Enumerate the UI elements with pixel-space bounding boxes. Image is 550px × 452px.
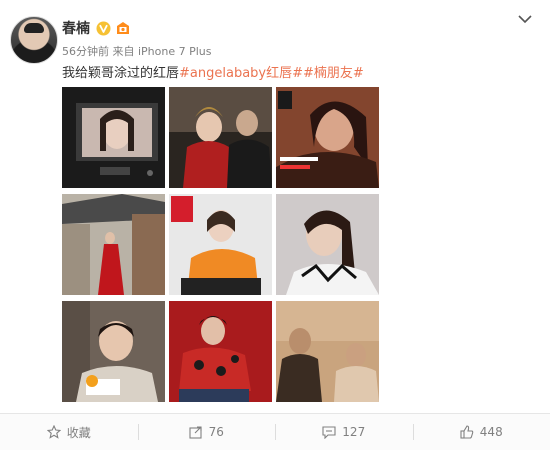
photo-thumbnail-9[interactable] <box>276 301 379 402</box>
photo-thumbnail-4[interactable] <box>62 194 165 295</box>
topic-link-angelababy[interactable]: #angelababy红唇# <box>179 66 303 81</box>
favorite-label: 收藏 <box>66 425 91 440</box>
thumbs-up-icon <box>460 425 474 439</box>
like-button[interactable]: 448 <box>412 414 550 450</box>
photo-thumbnail-5[interactable] <box>169 194 272 295</box>
photo-thumbnail-2[interactable] <box>169 87 272 188</box>
like-count: 448 <box>479 425 503 439</box>
comment-button[interactable]: 127 <box>275 414 413 450</box>
comment-count: 127 <box>342 425 366 439</box>
photo-thumbnail-8[interactable] <box>169 301 272 402</box>
name-row: 春楠 <box>62 18 131 38</box>
star-icon <box>46 425 61 439</box>
photo-grid <box>62 87 382 405</box>
photo-thumbnail-1[interactable] <box>62 87 165 188</box>
favorite-button[interactable]: 收藏 <box>0 414 138 450</box>
photo-thumbnail-6[interactable] <box>276 194 379 295</box>
chevron-down-icon[interactable] <box>518 14 532 24</box>
repost-button[interactable]: 76 <box>137 414 276 450</box>
weibo-post-card: 春楠 56分钟前 来自 iPhone 7 Plus 我给颖哥涂过的红唇#ange… <box>0 0 550 452</box>
verified-icon <box>96 21 111 35</box>
post-text: 我给颖哥涂过的红唇#angelababy红唇##楠朋友# <box>62 62 364 81</box>
topic-link-friend[interactable]: #楠朋友# <box>303 66 364 81</box>
post-meta: 56分钟前 来自 iPhone 7 Plus <box>62 45 212 58</box>
comment-icon <box>322 426 336 439</box>
post-text-plain: 我给颖哥涂过的红唇 <box>62 66 180 81</box>
photo-thumbnail-7[interactable] <box>62 301 165 402</box>
avatar[interactable] <box>10 16 58 64</box>
photo-thumbnail-3[interactable] <box>276 87 379 188</box>
username[interactable]: 春楠 <box>62 18 90 38</box>
vip-member-icon[interactable] <box>115 21 131 36</box>
action-bar: 收藏 76 127 448 <box>0 413 550 450</box>
repost-count: 76 <box>208 425 224 439</box>
repost-icon <box>189 426 202 439</box>
